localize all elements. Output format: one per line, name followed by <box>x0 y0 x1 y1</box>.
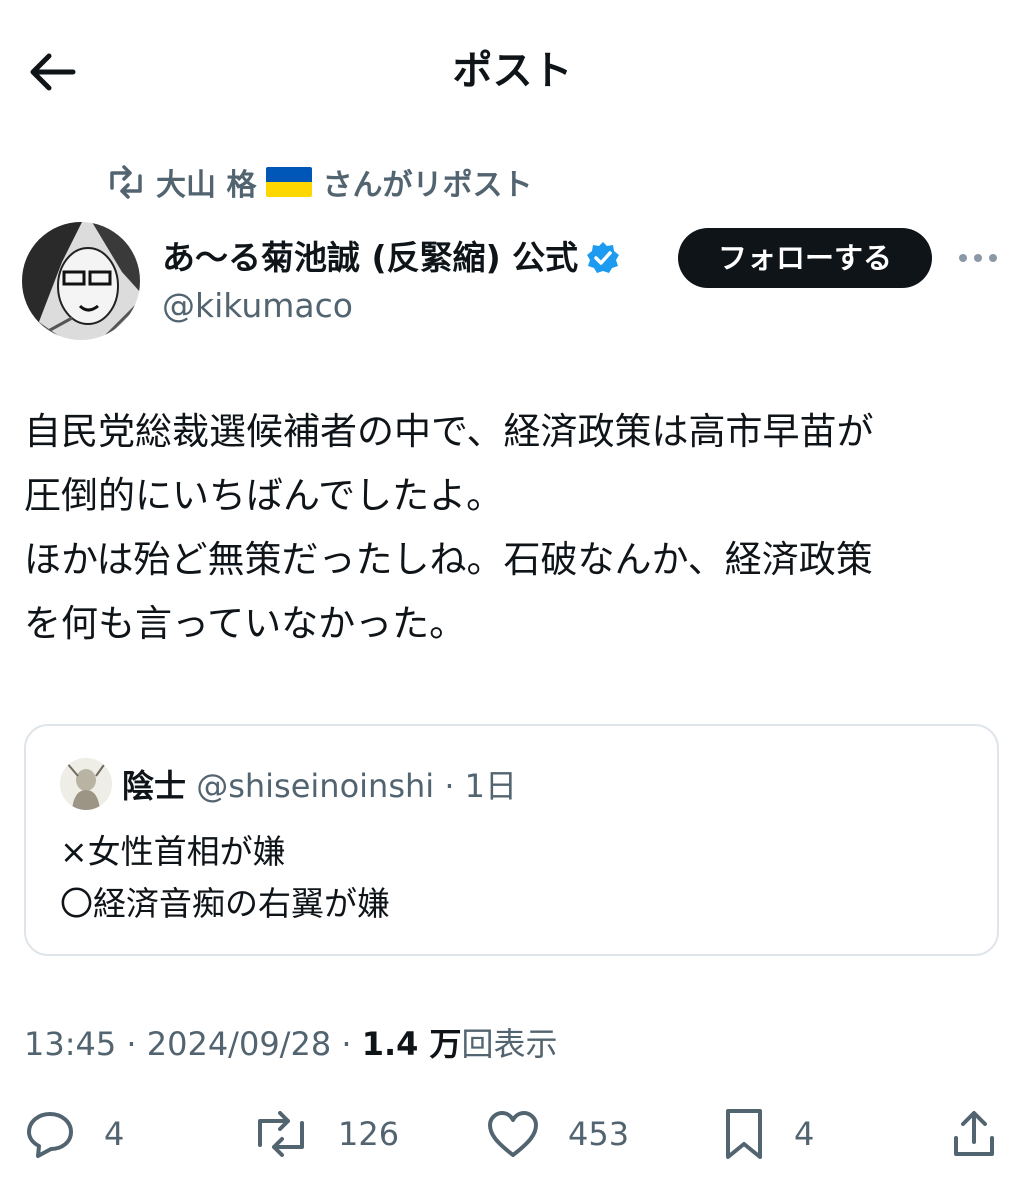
bookmark-count: 4 <box>794 1115 815 1153</box>
quote-author-name: 陰士 <box>122 767 187 805</box>
more-icon <box>959 254 997 262</box>
ukraine-flag-icon <box>266 167 313 197</box>
repost-button[interactable]: 126 <box>252 1104 399 1164</box>
share-icon <box>954 1111 994 1156</box>
repost-user[interactable]: 大山 格 <box>156 160 256 204</box>
quoted-tweet-card[interactable]: 陰士 @shiseinoinshi · 1日 ×女性首相が嫌 〇経済音痴の右翼が… <box>24 724 999 956</box>
bookmark-button[interactable]: 4 <box>722 1104 814 1164</box>
quote-time: · 1日 <box>444 767 518 805</box>
meta-separator: · <box>126 1025 137 1063</box>
tweet-date[interactable]: 2024/09/28 <box>147 1025 331 1063</box>
repost-icon <box>110 165 142 199</box>
tweet-text: 自民党総裁選候補者の中で、経済政策は高市早苗が 圧倒的にいちばんでしたよ。 ほか… <box>24 400 1004 656</box>
tweet-time[interactable]: 13:45 <box>24 1025 116 1063</box>
quote-avatar-image <box>60 758 112 810</box>
follow-button[interactable]: フォローする <box>678 228 932 288</box>
tweet-line: 圧倒的にいちばんでしたよ。 <box>24 474 504 517</box>
quote-avatar <box>60 758 112 810</box>
reply-count: 4 <box>104 1115 125 1153</box>
heart-icon <box>488 1111 538 1157</box>
reply-icon <box>27 1112 73 1158</box>
tweet-meta: 13:45 · 2024/09/28 · 1.4 万回表示 <box>24 1020 558 1068</box>
page-title: ポスト <box>452 48 573 94</box>
avatar[interactable] <box>22 222 140 340</box>
quote-text: ×女性首相が嫌 〇経済音痴の右翼が嫌 <box>60 826 390 930</box>
author-name-text: あ〜る菊池誠 (反緊縮) 公式 <box>162 238 579 277</box>
avatar-image <box>22 222 140 340</box>
reply-button[interactable]: 4 <box>24 1104 124 1164</box>
bookmark-icon <box>726 1109 762 1159</box>
repost-indicator: 大山 格 さんがリポスト <box>106 160 532 204</box>
repost-suffix: さんがリポスト <box>322 168 533 203</box>
quote-line: ×女性首相が嫌 <box>60 832 286 871</box>
view-label: 回表示 <box>461 1025 558 1063</box>
view-count: 1.4 万 <box>361 1025 462 1063</box>
meta-separator: · <box>341 1025 352 1063</box>
like-button[interactable]: 453 <box>486 1104 629 1164</box>
tweet-line: 自民党総裁選候補者の中で、経済政策は高市早苗が <box>24 410 874 453</box>
author-handle[interactable]: @kikumaco <box>162 282 353 330</box>
quote-line: 〇経済音痴の右翼が嫌 <box>60 884 390 923</box>
author-name[interactable]: あ〜る菊池誠 (反緊縮) 公式 <box>162 234 620 282</box>
tweet-line: ほかは殆ど無策だったしね。石破なんか、経済政策 <box>24 538 873 581</box>
like-count: 453 <box>568 1115 630 1153</box>
quote-header: 陰士 @shiseinoinshi · 1日 <box>122 762 517 810</box>
share-button[interactable] <box>950 1104 998 1164</box>
repost-icon <box>258 1111 304 1157</box>
quote-author-handle: @shiseinoinshi <box>196 767 435 805</box>
tweet-line: を何も言っていなかった。 <box>24 602 467 645</box>
verified-badge-icon <box>587 242 620 273</box>
repost-count: 126 <box>338 1115 400 1153</box>
more-options-button[interactable] <box>950 238 1006 278</box>
